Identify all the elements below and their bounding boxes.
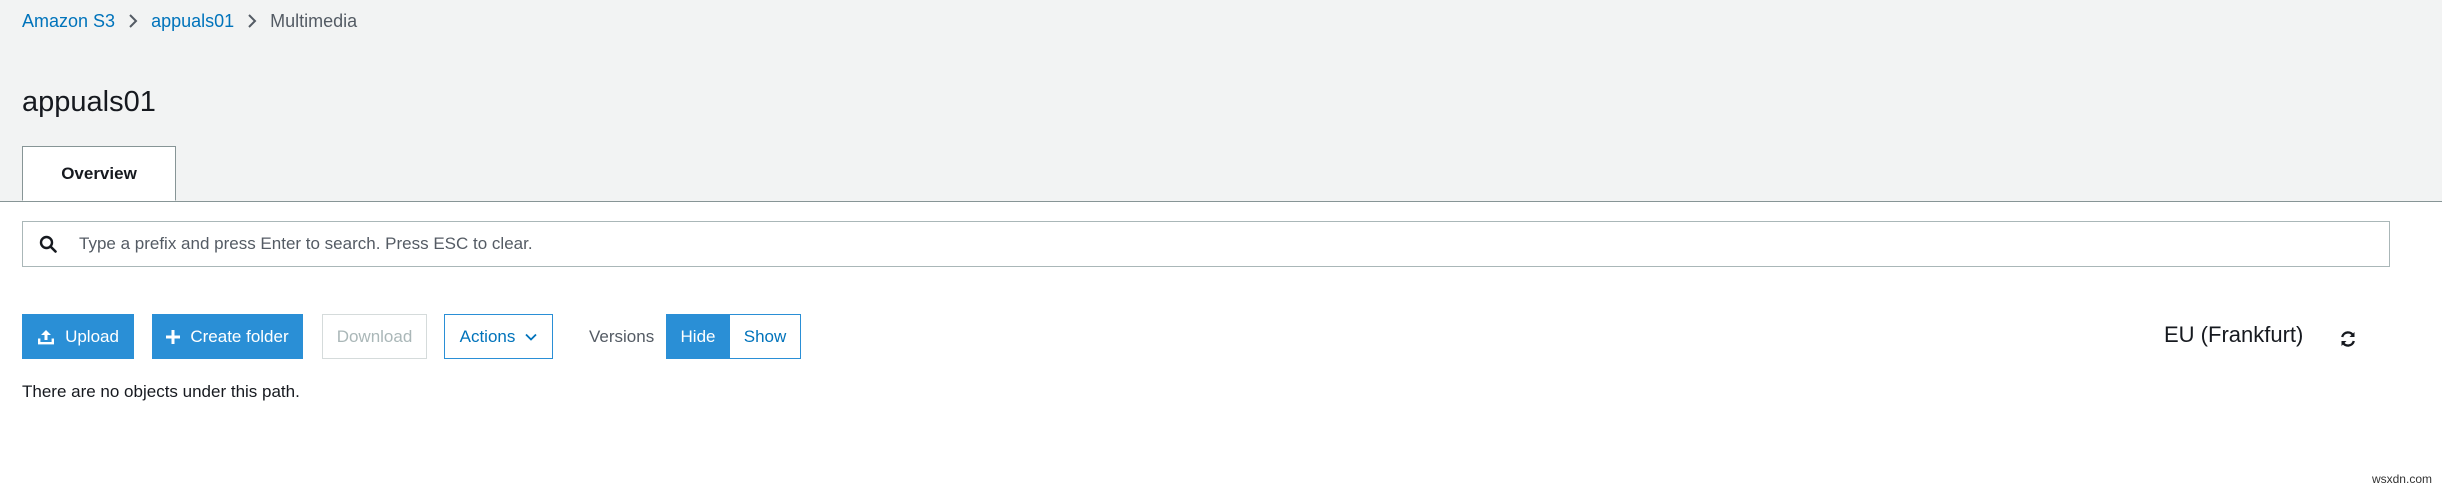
page-title: appuals01 [22,86,156,118]
upload-icon [37,329,55,345]
versions-toggle: Hide Show [666,314,801,359]
upload-button-label: Upload [65,326,119,346]
breadcrumb-current: Multimedia [270,10,358,31]
breadcrumb-item-bucket[interactable]: appuals01 [151,11,234,32]
chevron-right-icon [115,12,151,30]
tab-overview[interactable]: Overview [22,146,176,201]
header-area: Amazon S3 appuals01 Multimedia appuals01… [0,0,2442,202]
chevron-down-icon [525,333,538,341]
plus-icon [166,329,181,344]
breadcrumb-item-amazon-s3[interactable]: Amazon S3 [22,11,115,32]
create-folder-button-label: Create folder [190,326,289,346]
chevron-right-icon [234,12,270,30]
search-input[interactable] [73,222,2389,266]
breadcrumb: Amazon S3 appuals01 Multimedia [22,10,357,32]
versions-show-button[interactable]: Show [730,314,801,359]
actions-dropdown[interactable]: Actions [444,314,553,359]
empty-state-message: There are no objects under this path. [22,382,300,401]
search-bar[interactable] [22,221,2390,267]
versions-label: Versions [589,326,655,346]
search-icon [23,235,73,253]
watermark: wsxdn.com [2371,472,2432,486]
create-folder-button[interactable]: Create folder [152,314,303,359]
download-button[interactable]: Download [322,314,427,359]
region-label: EU (Frankfurt) [2164,322,2304,347]
versions-hide-button[interactable]: Hide [666,314,730,359]
upload-button[interactable]: Upload [22,314,134,359]
actions-dropdown-label: Actions [459,326,516,346]
refresh-icon[interactable] [2337,328,2359,350]
download-button-label: Download [336,326,413,346]
